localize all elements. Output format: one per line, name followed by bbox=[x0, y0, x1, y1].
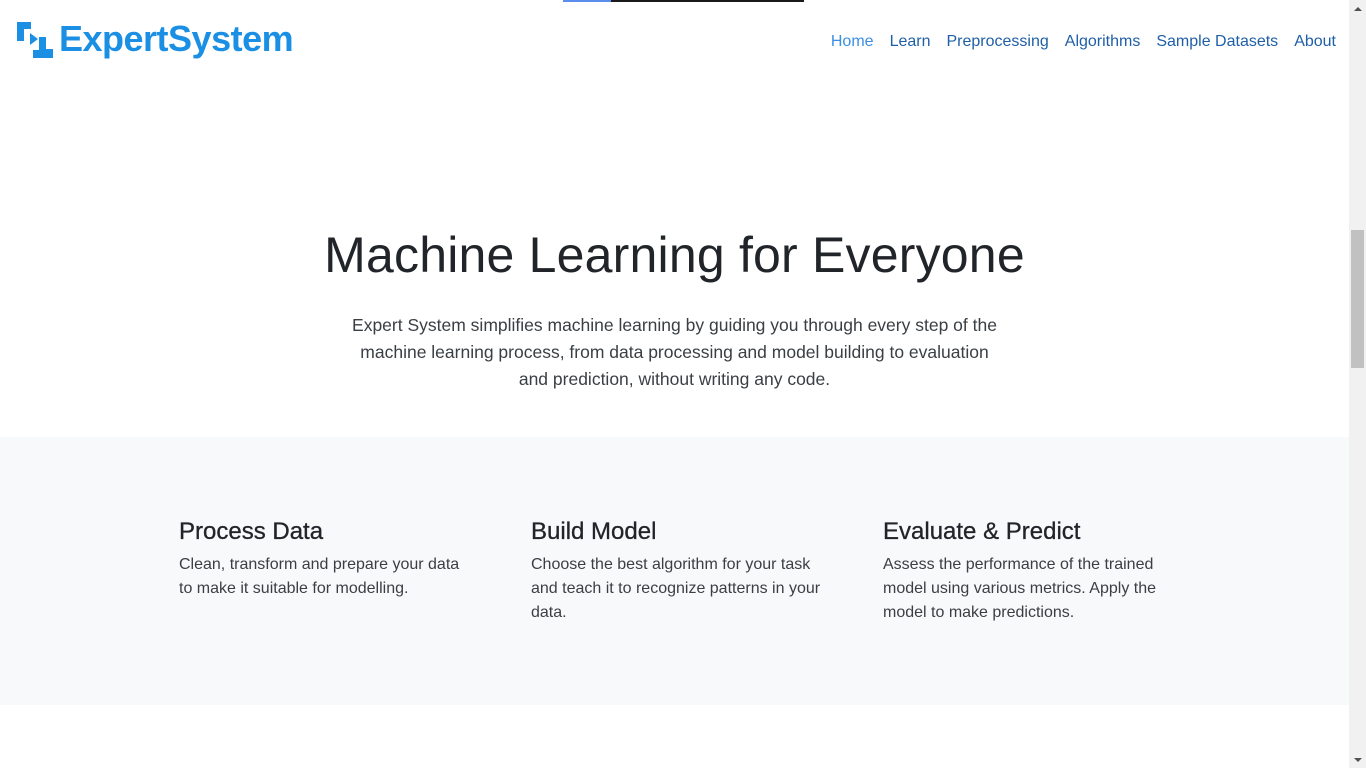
page: ExpertSystem Home Learn Preprocessing Al… bbox=[0, 0, 1349, 768]
feature-title: Process Data bbox=[179, 518, 324, 545]
brand-link[interactable]: ExpertSystem bbox=[17, 18, 294, 59]
feature-evaluate-predict: Evaluate & Predict Assess the performanc… bbox=[883, 517, 1173, 625]
nav-learn[interactable]: Learn bbox=[890, 30, 931, 54]
vertical-scrollbar[interactable] bbox=[1349, 0, 1366, 768]
scroll-up-arrow-icon[interactable] bbox=[1349, 0, 1366, 17]
nav-algorithms[interactable]: Algorithms bbox=[1065, 30, 1141, 54]
navbar: ExpertSystem Home Learn Preprocessing Al… bbox=[0, 0, 1349, 82]
scrollbar-thumb[interactable] bbox=[1351, 230, 1364, 368]
nav-sample-datasets[interactable]: Sample Datasets bbox=[1156, 30, 1278, 54]
hero-title: Machine Learning for Everyone bbox=[324, 227, 1025, 283]
hero-lead: Expert System simplifies machine learnin… bbox=[352, 315, 997, 389]
feature-title: Build Model bbox=[531, 518, 657, 545]
feature-title: Evaluate & Predict bbox=[883, 518, 1081, 545]
feature-process-data: Process Data Clean, transform and prepar… bbox=[179, 517, 469, 601]
nav-home[interactable]: Home bbox=[831, 30, 874, 54]
expertsystem-logo-icon bbox=[17, 22, 53, 58]
brand-name: ExpertSystem bbox=[59, 18, 294, 59]
nav-about[interactable]: About bbox=[1294, 30, 1336, 54]
hero-section: Machine Learning for Everyone Expert Sys… bbox=[0, 200, 1349, 393]
scroll-down-arrow-icon[interactable] bbox=[1349, 751, 1366, 768]
features-section: Process Data Clean, transform and prepar… bbox=[0, 437, 1349, 705]
feature-build-model: Build Model Choose the best algorithm fo… bbox=[531, 517, 821, 625]
main-nav: Home Learn Preprocessing Algorithms Samp… bbox=[815, 30, 1336, 54]
nav-preprocessing[interactable]: Preprocessing bbox=[946, 30, 1048, 54]
feature-text: Choose the best algorithm for your task … bbox=[531, 556, 821, 621]
feature-text: Clean, transform and prepare your data t… bbox=[179, 556, 460, 597]
feature-text: Assess the performance of the trained mo… bbox=[883, 556, 1157, 621]
